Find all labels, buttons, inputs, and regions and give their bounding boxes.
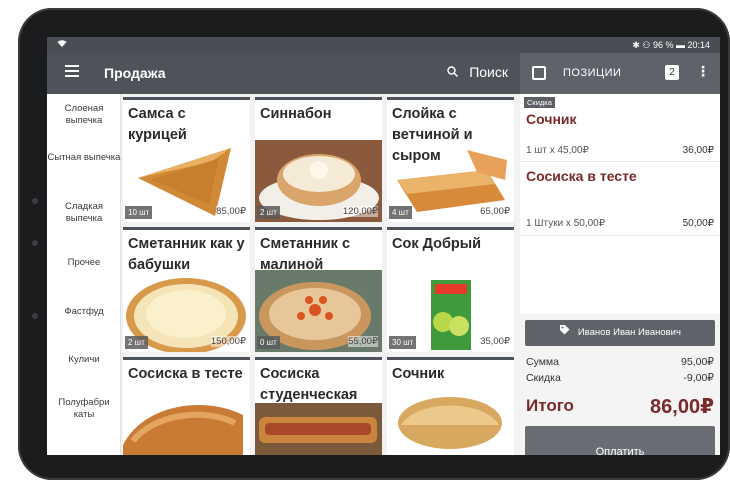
page-title: Продажа xyxy=(104,65,166,81)
cart-item-name[interactable]: Сочник xyxy=(526,111,577,127)
wifi-icon xyxy=(57,39,67,51)
search-label: Поиск xyxy=(469,64,508,80)
product-name: Сметанник с малиной xyxy=(260,236,351,273)
discount-badge: Скидка xyxy=(524,97,555,108)
product-tile[interactable]: Слойка с ветчиной и сыром 4 шт 65,00₽ xyxy=(387,97,514,222)
sosiska-stud-image xyxy=(255,403,382,455)
product-qty: 4 шт xyxy=(389,206,412,219)
sidebar-item-kulichi[interactable]: Куличи xyxy=(47,354,121,366)
product-tile[interactable]: Синнабон 2 шт 120,00₽ xyxy=(255,97,382,222)
product-qty: 2 шт xyxy=(125,336,148,349)
tag-icon xyxy=(559,325,573,338)
sum-value: 95,00₽ xyxy=(681,356,714,368)
product-name: Слойка с ветчиной и сыром xyxy=(392,106,473,164)
sochnik-image xyxy=(398,397,502,449)
camera-dot xyxy=(32,198,38,204)
sidebar-item-fastfood[interactable]: Фастфуд xyxy=(47,306,121,318)
product-price: 120,00₽ xyxy=(342,206,378,217)
product-name: Сосиска студенческая xyxy=(260,366,358,403)
client-button[interactable]: Иванов Иван Иванович xyxy=(525,320,715,346)
product-name: Сосиска в тесте xyxy=(128,366,243,382)
cart-item-qty: 1 шт x 45,00₽ xyxy=(526,145,589,156)
status-right: ✱ ⚇ 96 % ▬ 20:14 xyxy=(632,40,710,50)
cart-item-line[interactable]: 1 Штуки x 50,00₽ 50,00₽ xyxy=(526,218,714,229)
product-price: 150,00₽ xyxy=(210,336,246,347)
product-tile[interactable]: Сметанник с малиной 0 шт 55,00₽ xyxy=(255,227,382,352)
total-label: Итого xyxy=(526,396,574,415)
product-tile[interactable]: Сосиска в тесте xyxy=(123,357,250,455)
pay-button[interactable]: Оплатить xyxy=(525,426,715,455)
positions-count: 2 xyxy=(665,65,679,80)
side-button xyxy=(32,240,38,246)
cart-item-line[interactable]: 1 шт x 45,00₽ 36,00₽ xyxy=(526,145,714,156)
product-price: 65,00₽ xyxy=(480,206,510,217)
product-grid: Самса с курицей 10 шт 85,00₽ Синнабон 2 … xyxy=(123,97,520,455)
product-tile[interactable]: Сметанник как у бабушки 2 шт 150,00₽ xyxy=(123,227,250,352)
product-qty: 10 шт xyxy=(125,206,153,219)
discount-label: Скидка xyxy=(526,372,561,384)
sidebar-item-sloenaya[interactable]: Слоеная выпечка xyxy=(47,103,121,127)
sidebar-item-sytnaya[interactable]: Сытная выпечка xyxy=(47,152,121,164)
product-name: Сметанник как у бабушки xyxy=(128,236,245,273)
product-tile[interactable]: Сочник xyxy=(387,357,514,455)
sosiska-image xyxy=(123,405,243,455)
product-price: 55,00₽ xyxy=(348,336,378,347)
cart-item-qty: 1 Штуки x 50,00₽ xyxy=(526,218,606,229)
discount-row: Скидка -9,00₽ xyxy=(526,372,714,384)
search-icon xyxy=(446,65,462,80)
product-price: 35,00₽ xyxy=(480,336,510,347)
product-tile[interactable]: Сосиска студенческая xyxy=(255,357,382,455)
product-qty: 2 шт xyxy=(257,206,280,219)
total-row: Итого 86,00₽ xyxy=(526,396,714,418)
product-name: Сочник xyxy=(392,366,445,382)
sidebar-item-prochee[interactable]: Прочее xyxy=(47,257,121,269)
status-bar: ✱ ⚇ 96 % ▬ 20:14 xyxy=(47,37,720,53)
positions-label: ПОЗИЦИИ xyxy=(563,67,622,79)
side-button xyxy=(32,313,38,319)
total-value: 86,00₽ xyxy=(650,396,714,418)
sidebar-item-polufabrikaty[interactable]: Полуфабри каты xyxy=(47,397,121,421)
product-tile[interactable]: Самса с курицей 10 шт 85,00₽ xyxy=(123,97,250,222)
search-button[interactable]: Поиск xyxy=(446,64,508,80)
product-qty: 0 шт xyxy=(257,336,280,349)
divider xyxy=(520,161,720,162)
client-name: Иванов Иван Иванович xyxy=(577,327,681,338)
product-name: Сок Добрый xyxy=(392,236,482,252)
app-bar: Продажа Поиск xyxy=(47,53,520,94)
screen: ✱ ⚇ 96 % ▬ 20:14 Продажа Поиск ПОЗИЦИИ 2… xyxy=(47,37,720,455)
product-tile[interactable]: Сок Добрый 30 шт 35,00₽ xyxy=(387,227,514,352)
more-vert-icon[interactable]: ⋮ xyxy=(696,63,710,80)
product-qty: 30 шт xyxy=(389,336,417,349)
divider xyxy=(520,235,720,236)
cart-item-sum: 50,00₽ xyxy=(682,218,714,229)
product-name: Синнабон xyxy=(260,106,332,122)
product-price: 85,00₽ xyxy=(216,206,246,217)
discount-value: -9,00₽ xyxy=(683,372,714,384)
cart-item-sum: 36,00₽ xyxy=(682,145,714,156)
sum-label: Сумма xyxy=(526,356,559,368)
cart-panel: Скидка Сочник 1 шт x 45,00₽ 36,00₽ Сосис… xyxy=(520,94,720,455)
sidebar-item-sladkaya[interactable]: Сладкая выпечка xyxy=(47,201,121,225)
cart-header: ПОЗИЦИИ 2 ⋮ xyxy=(520,53,720,94)
product-name: Самса с курицей xyxy=(128,106,187,143)
menu-icon[interactable] xyxy=(65,65,79,79)
category-sidebar: Слоеная выпечка Сытная выпечка Сладкая в… xyxy=(47,94,121,455)
select-all-checkbox[interactable] xyxy=(532,66,546,80)
cart-summary: Иванов Иван Иванович Сумма 95,00₽ Скидка… xyxy=(520,314,720,455)
cart-item-name[interactable]: Сосиска в тесте xyxy=(526,168,637,184)
sum-row: Сумма 95,00₽ xyxy=(526,356,714,368)
